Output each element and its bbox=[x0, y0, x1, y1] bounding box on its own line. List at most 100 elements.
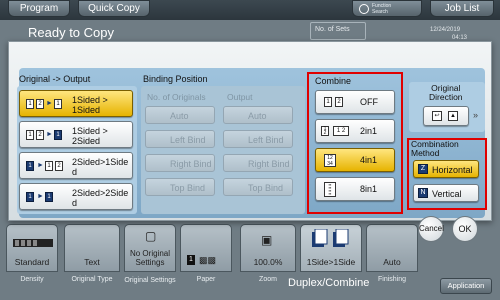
tab-label-finishing: Finishing bbox=[377, 276, 406, 283]
originals-top-bind-label: Top Bind bbox=[170, 183, 206, 193]
tab-zoom[interactable]: ▣ 100.0% bbox=[240, 224, 296, 272]
originals-left-bind-button[interactable]: Left Bind bbox=[145, 130, 215, 148]
option-2sided-1sided[interactable]: 1 ► 1 2 2Sided>1Side d bbox=[19, 152, 133, 179]
tab-density-value: Standard bbox=[14, 257, 50, 267]
duplex-icon bbox=[312, 229, 349, 247]
original-output-title: Original -> Output bbox=[19, 74, 91, 84]
page-1-icon: 1 bbox=[45, 161, 53, 171]
originals-right-bind-label: Right Bind bbox=[170, 159, 212, 169]
combine-4in1-label: 4in1 bbox=[360, 155, 378, 165]
horizontal-z-icon: Z bbox=[418, 164, 428, 174]
duplex-page-icon: 1 bbox=[26, 192, 34, 202]
function-search-line2: Search bbox=[372, 9, 388, 15]
option-label-line1: 1Sided > bbox=[72, 126, 108, 136]
vertical-n-icon: N bbox=[418, 188, 428, 198]
option-1sided-1sided[interactable]: 1 2 ► 1 1Sided > 1Sided bbox=[19, 90, 133, 117]
status-title: Ready to Copy bbox=[28, 25, 114, 40]
combine-off-label: OFF bbox=[360, 97, 378, 107]
option-label-line1: 1Sided > bbox=[72, 95, 108, 105]
option-label-line2: d bbox=[72, 167, 78, 177]
tray-number-icon: 1 bbox=[187, 255, 195, 265]
original-direction-title-line2: Direction bbox=[429, 92, 463, 102]
cancel-button[interactable]: Cancel bbox=[418, 216, 444, 242]
option-label-line1: 2Sided>1Side bbox=[72, 157, 129, 167]
tab-original-type[interactable]: Text bbox=[64, 224, 120, 272]
job-list-button[interactable]: Job List bbox=[430, 0, 494, 17]
tab-label-original-settings: Original Settings bbox=[124, 277, 176, 284]
combine-off-button[interactable]: 1 2 OFF bbox=[315, 90, 395, 114]
arrow-icon: ► bbox=[46, 131, 53, 138]
page-1-icon: 1 bbox=[54, 99, 62, 109]
function-search-button[interactable]: Function Search bbox=[352, 0, 422, 17]
combine-2in1-button[interactable]: 12 1 2 2in1 bbox=[315, 119, 395, 143]
output-left-bind-button[interactable]: Left Bind bbox=[223, 130, 293, 148]
binding-position-title: Binding Position bbox=[143, 74, 208, 84]
sets-label: No. of Sets bbox=[315, 26, 350, 33]
combination-horizontal-button[interactable]: Z Horizontal bbox=[413, 160, 479, 178]
page-stack-icon: 12 bbox=[321, 126, 329, 136]
page-1-icon: 1 bbox=[26, 99, 34, 109]
combination-vertical-button[interactable]: N Vertical bbox=[413, 184, 479, 202]
option-label-line1: 2Sided>2Side bbox=[72, 188, 129, 198]
page-1-icon: 1 bbox=[324, 97, 332, 107]
duplex-page-icon: 1 bbox=[54, 130, 62, 140]
tab-duplex-combine[interactable]: 1Side>1Side bbox=[300, 224, 362, 272]
option-label-line2: 1Sided bbox=[72, 105, 101, 115]
option-2sided-2sided[interactable]: 1 ► 1 2Sided>2Side d bbox=[19, 183, 133, 210]
duplex-page-icon: 1 bbox=[45, 192, 53, 202]
output-right-bind-button[interactable]: Right Bind bbox=[223, 154, 293, 172]
four-up-icon: 12 34 bbox=[324, 154, 336, 167]
combine-8in1-button[interactable]: ▪▪ ▪▪ ▪▪ ▪▪ 8in1 bbox=[315, 177, 395, 201]
tab-zoom-value: 100.0% bbox=[253, 257, 283, 267]
option-1sided-2sided[interactable]: 1 2 ► 1 1Sided > 2Sided bbox=[19, 121, 133, 148]
top-bar: Program Quick Copy Function Search Job L… bbox=[0, 0, 500, 20]
direction-left-icon: ↩ bbox=[432, 111, 442, 121]
tab-original-settings-value: No Original Settings bbox=[129, 249, 170, 267]
no-of-originals-title: No. of Originals bbox=[147, 92, 206, 102]
originals-auto-label: Auto bbox=[170, 111, 189, 121]
direction-top-icon: ▲ bbox=[448, 111, 458, 121]
density-scale-icon bbox=[13, 239, 53, 247]
combination-method-title: Combination Method bbox=[411, 140, 459, 158]
tab-label-original-type: Original Type bbox=[71, 276, 113, 283]
more-arrows-icon[interactable]: » bbox=[473, 110, 478, 120]
arrow-icon: ► bbox=[46, 100, 53, 107]
originals-left-bind-label: Left Bind bbox=[170, 135, 206, 145]
paper-size-icon: ▩▩ bbox=[199, 255, 217, 265]
application-button[interactable]: Application bbox=[440, 278, 492, 294]
ok-button[interactable]: OK bbox=[452, 216, 478, 242]
tab-duplex-value: 1Side>1Side bbox=[306, 257, 356, 267]
tab-density[interactable]: Standard bbox=[6, 224, 58, 272]
combine-4in1-button[interactable]: 12 34 4in1 bbox=[315, 148, 395, 172]
tab-paper[interactable]: 1 ▩▩ bbox=[180, 224, 232, 272]
original-direction-button[interactable]: ↩ ▲ bbox=[423, 106, 469, 126]
originals-auto-button[interactable]: Auto bbox=[145, 106, 215, 124]
tab-label-density: Density bbox=[20, 276, 44, 283]
tab-finishing[interactable]: Auto bbox=[366, 224, 418, 272]
search-icon bbox=[359, 4, 369, 14]
page-1-icon: 1 bbox=[26, 130, 34, 140]
arrow-icon: ► bbox=[37, 162, 44, 169]
output-title: Output bbox=[227, 92, 253, 102]
originals-top-bind-button[interactable]: Top Bind bbox=[145, 178, 215, 196]
original-direction-title: Original Direction bbox=[429, 84, 463, 102]
originals-right-bind-button[interactable]: Right Bind bbox=[145, 154, 215, 172]
page-2-icon: 2 bbox=[36, 130, 44, 140]
program-button[interactable]: Program bbox=[8, 0, 70, 17]
tab-label-duplex-combine: Duplex/Combine bbox=[288, 277, 370, 289]
option-label-line2: 2Sided bbox=[72, 136, 101, 146]
output-top-bind-button[interactable]: Top Bind bbox=[223, 178, 293, 196]
quick-copy-button[interactable]: Quick Copy bbox=[78, 0, 150, 17]
tab-finishing-value: Auto bbox=[383, 257, 401, 267]
eight-up-icon: ▪▪ ▪▪ ▪▪ ▪▪ bbox=[324, 182, 336, 197]
option-label-line2: d bbox=[72, 198, 78, 208]
combined-page-icon: 1 2 bbox=[333, 126, 349, 136]
function-search-label: Function Search bbox=[372, 3, 391, 15]
tab-original-settings[interactable]: ▢ No Original Settings bbox=[124, 224, 176, 272]
combination-method-title-line2: Method bbox=[411, 148, 440, 158]
output-left-bind-label: Left Bind bbox=[248, 135, 284, 145]
output-auto-button[interactable]: Auto bbox=[223, 106, 293, 124]
combine-title: Combine bbox=[315, 76, 352, 86]
combination-horizontal-label: Horizontal bbox=[432, 165, 473, 175]
page-2-icon: 2 bbox=[335, 97, 343, 107]
